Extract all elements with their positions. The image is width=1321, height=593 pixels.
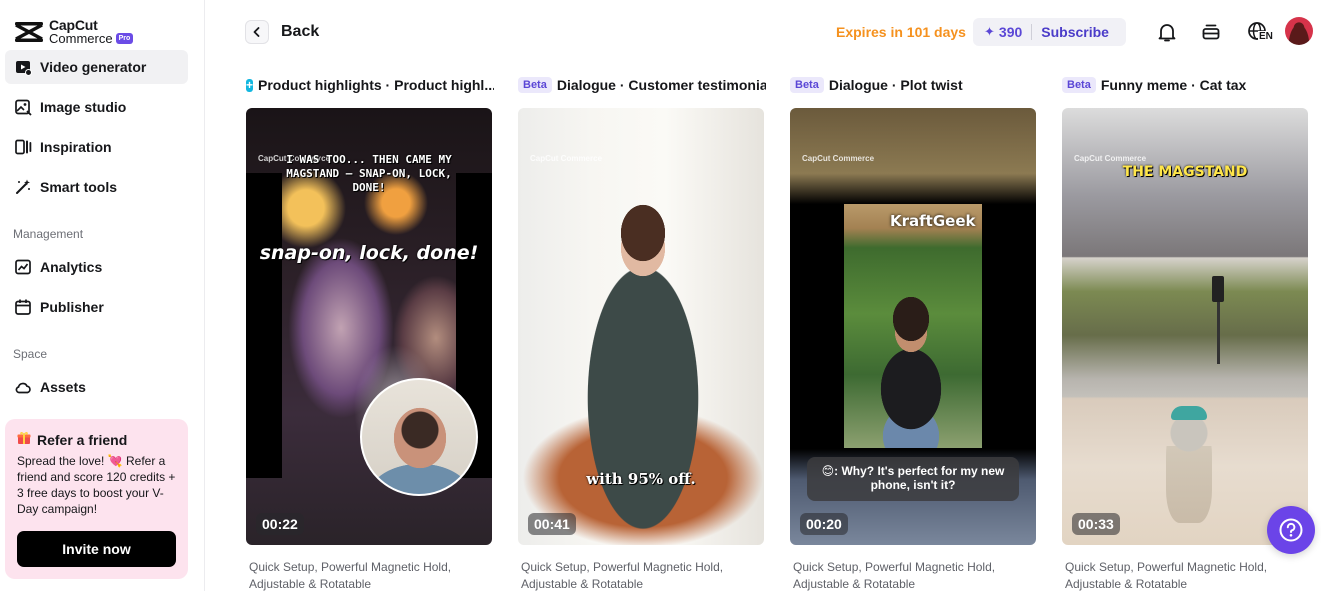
notifications-button[interactable]	[1154, 19, 1180, 45]
video-thumbnail[interactable]: CapCut Commerce THE MAGSTAND 00:33	[1062, 108, 1308, 545]
sidebar-item-image-studio[interactable]: Image studio	[5, 90, 188, 124]
cat-figure	[1166, 413, 1212, 523]
sidebar-item-label: Video generator	[40, 59, 147, 75]
card-description: Quick Setup, Powerful Magnetic Hold, Adj…	[793, 560, 996, 591]
sidebar-item-publisher[interactable]: Publisher	[5, 290, 188, 324]
question-mark-icon	[1279, 518, 1303, 542]
video-add-icon	[14, 58, 32, 76]
template-card[interactable]: Beta Dialogue · Plot twist KraftGeek Cap…	[790, 76, 1038, 591]
card-description: Quick Setup, Powerful Magnetic Hold, Adj…	[521, 560, 724, 591]
beta-badge: Beta	[1062, 77, 1096, 93]
invite-now-button[interactable]: Invite now	[17, 531, 176, 567]
card-title-row: + Product highlights · Product highl...	[246, 76, 494, 94]
capcut-watermark: CapCut Commerce	[1074, 154, 1147, 163]
inspiration-icon	[14, 138, 32, 156]
help-button[interactable]	[1267, 506, 1315, 554]
video-thumbnail[interactable]: CapCut Commerce I WAS TOO... THEN CAME M…	[246, 108, 492, 545]
template-card[interactable]: Beta Dialogue · Customer testimonial Cap…	[518, 76, 766, 591]
sidebar-item-label: Smart tools	[40, 179, 118, 195]
sidebar-item-label: Assets	[40, 379, 86, 395]
card-description: Quick Setup, Powerful Magnetic Hold, Adj…	[249, 560, 452, 591]
back-button[interactable]	[245, 20, 269, 44]
plan-expiry-text: Expires in 101 days	[836, 24, 966, 40]
brand-sub: Commerce	[49, 31, 113, 46]
card-title-row: Beta Dialogue · Plot twist	[790, 76, 1038, 94]
section-label-management: Management	[13, 227, 84, 241]
sidebar: CapCut Commerce Pro Video generator Image…	[0, 0, 205, 591]
duration-badge: 00:33	[1072, 513, 1120, 535]
card-description: Quick Setup, Powerful Magnetic Hold, Adj…	[1065, 560, 1268, 591]
refer-title: Refer a friend	[37, 431, 128, 448]
capcut-logo-icon	[15, 22, 43, 42]
video-thumbnail[interactable]: KraftGeek CapCut Commerce 😊: Why? It's p…	[790, 108, 1036, 545]
sidebar-item-inspiration[interactable]: Inspiration	[5, 130, 188, 164]
back-label[interactable]: Back	[281, 23, 319, 41]
sidebar-item-smart-tools[interactable]: Smart tools	[5, 170, 188, 204]
video-overlay-title: KraftGeek	[890, 212, 976, 230]
image-edit-icon	[14, 98, 32, 116]
video-thumbnail[interactable]: CapCut Commerce with 95% off. 00:41	[518, 108, 764, 545]
cloud-icon	[14, 378, 32, 396]
sparkle-icon: ✦	[984, 24, 995, 39]
chart-icon	[14, 258, 32, 276]
video-frame	[844, 204, 982, 448]
language-code: EN	[1258, 31, 1274, 42]
product-highlight-icon: +	[246, 78, 254, 92]
tripod-stand	[1212, 276, 1224, 302]
credits-pill: ✦ 390 Subscribe	[973, 18, 1126, 46]
video-caption-bottom: with 95% off.	[586, 470, 696, 488]
card-title-row: Beta Dialogue · Customer testimonial	[518, 76, 766, 94]
inbox-button[interactable]	[1198, 19, 1224, 45]
duration-badge: 00:22	[256, 513, 304, 535]
pro-badge: Pro	[115, 33, 134, 44]
magic-wand-icon	[14, 178, 32, 196]
template-card[interactable]: + Product highlights · Product highl... …	[246, 76, 494, 591]
refer-friend-card: Refer a friend Spread the love! 💘 Refer …	[5, 419, 188, 579]
capcut-watermark: CapCut Commerce	[530, 154, 603, 163]
card-title: Dialogue · Customer testimonial	[556, 77, 766, 93]
beta-badge: Beta	[790, 77, 824, 93]
bell-icon	[1158, 24, 1176, 42]
sidebar-item-video-generator[interactable]: Video generator	[5, 50, 188, 84]
subscribe-button[interactable]: Subscribe	[1041, 24, 1109, 40]
beta-badge: Beta	[518, 77, 552, 93]
card-title: Product highlights · Product highl...	[258, 77, 494, 93]
section-label-space: Space	[13, 347, 48, 361]
presenter-bubble	[360, 378, 478, 496]
sidebar-item-label: Inspiration	[40, 139, 112, 155]
divider	[1031, 24, 1033, 40]
chevron-left-icon	[253, 27, 260, 37]
avatar[interactable]	[1285, 17, 1313, 45]
card-title: Dialogue · Plot twist	[828, 77, 963, 93]
credits-count: 390	[998, 24, 1023, 40]
sidebar-item-label: Analytics	[40, 259, 103, 275]
language-button[interactable]: EN	[1242, 19, 1274, 45]
sidebar-item-label: Publisher	[40, 299, 104, 315]
dialogue-bubble: 😊: Why? It's perfect for my new phone, i…	[807, 457, 1019, 501]
calendar-icon	[14, 298, 32, 316]
refer-text: Spread the love! 💘 Refer a friend and sc…	[17, 454, 176, 516]
video-caption-main: snap-on, lock, done!	[259, 242, 479, 264]
capcut-watermark: CapCut Commerce	[802, 154, 875, 163]
sidebar-item-analytics[interactable]: Analytics	[5, 250, 188, 284]
tray-stack-icon	[1202, 24, 1220, 40]
video-caption-top: I WAS TOO... THEN CAME MY MAGSTAND – SNA…	[286, 153, 452, 194]
gift-icon	[17, 431, 31, 448]
template-card[interactable]: Beta Funny meme · Cat tax CapCut Commerc…	[1062, 76, 1310, 591]
capcut-commerce-logo[interactable]: CapCut Commerce Pro	[13, 18, 134, 46]
card-title-row: Beta Funny meme · Cat tax	[1062, 76, 1310, 94]
sidebar-item-label: Image studio	[40, 99, 127, 115]
video-caption-top: THE MAGSTAND	[1122, 164, 1248, 180]
card-title: Funny meme · Cat tax	[1100, 77, 1247, 93]
duration-badge: 00:41	[528, 513, 576, 535]
duration-badge: 00:20	[800, 513, 848, 535]
sidebar-item-assets[interactable]: Assets	[5, 370, 188, 404]
